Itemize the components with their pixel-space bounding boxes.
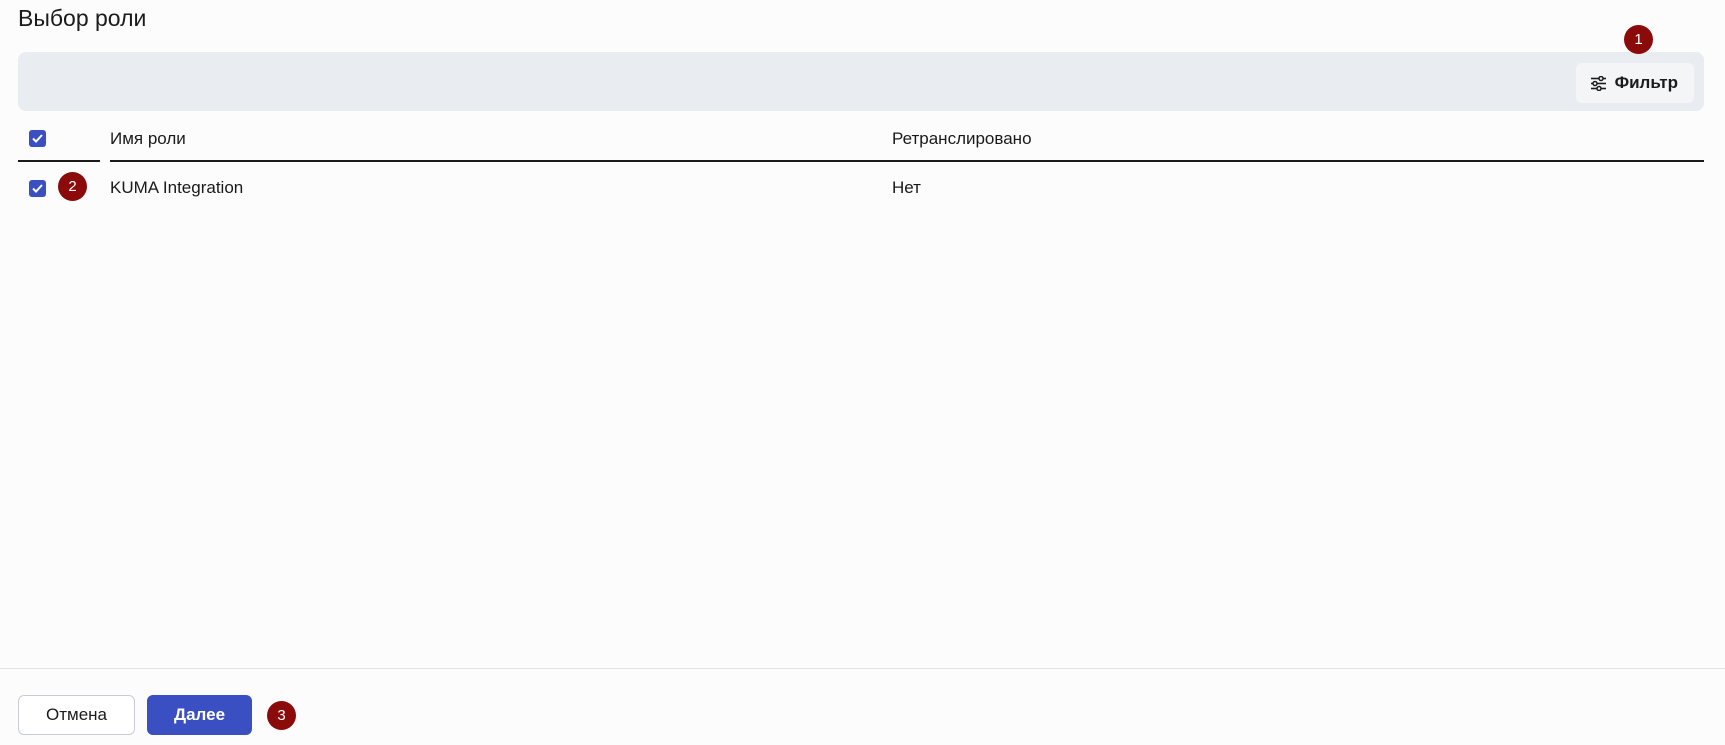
- toolbar: Фильтр: [18, 52, 1704, 111]
- roles-table: Имя роли Ретранслировано KUMA Integratio…: [18, 117, 1704, 214]
- row-checkbox[interactable]: [29, 179, 46, 197]
- check-icon: [32, 134, 43, 143]
- role-selection-page: Выбор роли Фильтр 1 Имя роли Ретранслиро…: [0, 0, 1725, 745]
- annotation-badge-3: 3: [267, 701, 296, 730]
- page-title: Выбор роли: [18, 5, 147, 31]
- filter-button-label: Фильтр: [1614, 73, 1678, 92]
- sliders-icon: [1590, 75, 1607, 91]
- footer-actions: Отмена Далее 3: [0, 668, 1725, 745]
- table-row[interactable]: KUMA Integration Нет: [18, 162, 1704, 214]
- column-header-relayed[interactable]: Ретранслировано: [892, 117, 1704, 162]
- row-relayed-value: Нет: [892, 178, 921, 197]
- filter-button[interactable]: Фильтр: [1575, 63, 1694, 103]
- annotation-badge-2: 2: [58, 172, 87, 201]
- next-button[interactable]: Далее: [147, 695, 252, 735]
- header-checkbox-cell: [18, 117, 100, 162]
- cancel-button[interactable]: Отмена: [18, 695, 135, 735]
- column-header-role-name[interactable]: Имя роли: [110, 117, 900, 162]
- table-header: Имя роли Ретранслировано: [18, 117, 1704, 162]
- row-role-name: KUMA Integration: [110, 178, 244, 197]
- check-icon: [32, 183, 43, 193]
- annotation-badge-1: 1: [1624, 25, 1653, 54]
- select-all-checkbox[interactable]: [29, 130, 46, 147]
